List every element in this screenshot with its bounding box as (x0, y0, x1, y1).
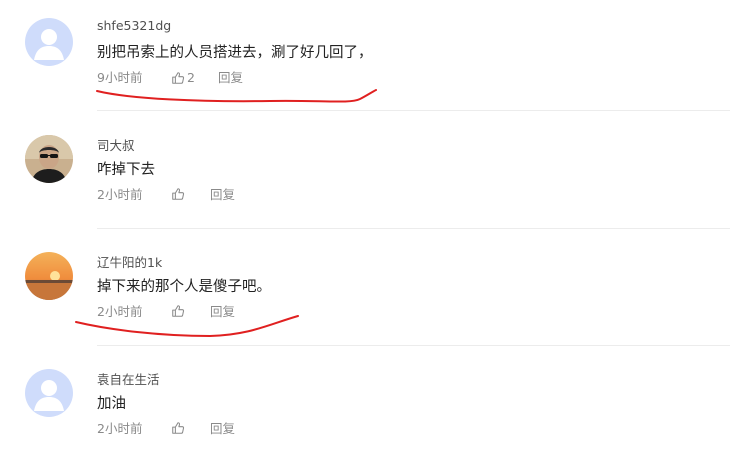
sunset-photo-avatar[interactable] (25, 252, 73, 300)
divider (97, 345, 730, 346)
reply-button[interactable]: 回复 (210, 187, 235, 203)
thumbs-up-icon (172, 72, 185, 84)
reply-button[interactable]: 回复 (210, 304, 235, 320)
reply-button[interactable]: 回复 (218, 70, 243, 86)
comment-text: 咋掉下去 (97, 162, 155, 178)
man-photo-avatar[interactable] (25, 135, 73, 183)
divider (97, 228, 730, 229)
like-button[interactable]: 2 (171, 70, 195, 86)
comment-time: 2小时前 (97, 304, 143, 319)
comment-text: 别把吊索上的人员搭进去，涮了好几回了， (97, 45, 373, 61)
comment-text: 掉下来的那个人是傻子吧。 (97, 279, 271, 295)
default-avatar-icon[interactable] (25, 18, 73, 66)
comment-time: 2小时前 (97, 187, 143, 202)
comment-time: 9小时前 (97, 70, 143, 85)
like-button[interactable] (171, 187, 187, 201)
like-count: 2 (187, 70, 195, 85)
thumbs-up-icon (172, 305, 185, 317)
reply-button[interactable]: 回复 (210, 421, 235, 437)
like-button[interactable] (171, 421, 187, 435)
like-button[interactable] (171, 304, 187, 318)
divider (97, 110, 730, 111)
thumbs-up-icon (172, 422, 185, 434)
comment-text: 加油 (97, 396, 126, 412)
thumbs-up-icon (172, 188, 185, 200)
comment-username[interactable]: 司大叔 (97, 135, 135, 154)
red-underline-stroke (96, 89, 377, 103)
comment-username[interactable]: 辽牛阳的1k (97, 252, 162, 271)
default-avatar-icon[interactable] (25, 369, 73, 417)
comment-username[interactable]: 袁自在生活 (97, 369, 160, 388)
comment-username[interactable]: shfe5321dg (97, 18, 171, 33)
comment-time: 2小时前 (97, 421, 143, 436)
